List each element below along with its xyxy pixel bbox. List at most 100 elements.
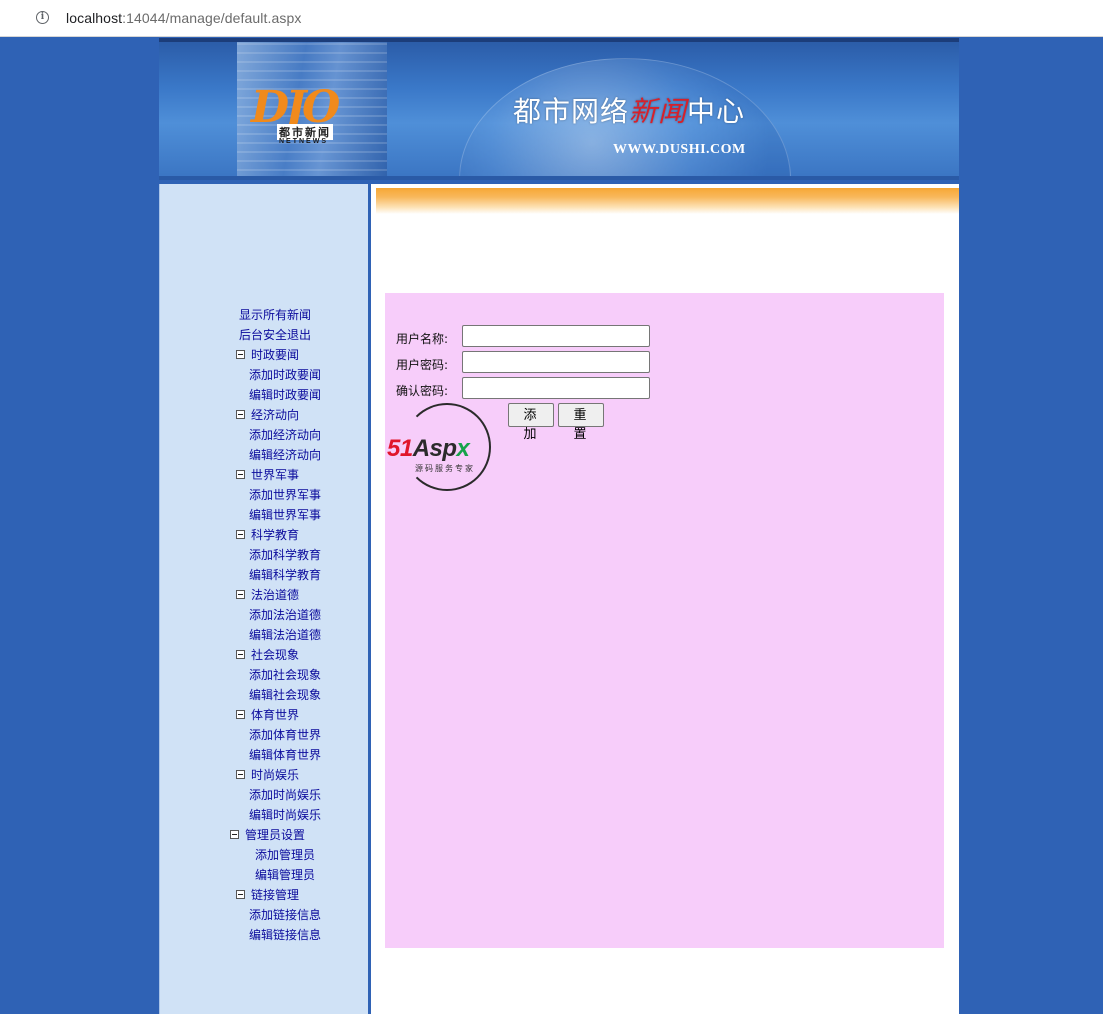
collapse-icon[interactable] (236, 710, 245, 719)
menu-link[interactable]: 添加世界军事 (249, 488, 321, 502)
menu-list: 显示所有新闻 后台安全退出 时政要闻 添加时政要闻 编辑时政要闻 经济动向 添加… (160, 305, 370, 945)
menu-subitem: 添加社会现象 (160, 665, 370, 685)
site-url: WWW.DUSHI.COM (613, 142, 746, 157)
menu-item-show-all: 显示所有新闻 (160, 305, 370, 325)
group-label[interactable]: 科学教育 (251, 528, 299, 542)
watermark-text: 51Aspx (387, 435, 470, 463)
browser-address-bar: i localhost:14044/manage/default.aspx (0, 0, 1103, 37)
menu-link[interactable]: 添加科学教育 (249, 548, 321, 562)
group-label[interactable]: 时政要闻 (251, 348, 299, 362)
edit-admin-link[interactable]: 编辑管理员 (255, 868, 315, 882)
password-label: 用户密码: (396, 358, 449, 372)
menu-link[interactable]: 编辑法治道德 (249, 628, 321, 642)
page-container: DJO 都市新闻 NETNEWS 都市网络新闻中心 WWW.DUSHI.COM … (159, 38, 959, 1014)
header-banner: DJO 都市新闻 NETNEWS 都市网络新闻中心 WWW.DUSHI.COM (159, 38, 959, 180)
menu-subitem: 编辑管理员 (160, 865, 370, 885)
menu-link[interactable]: 添加时尚娱乐 (249, 788, 321, 802)
menu-subitem: 添加体育世界 (160, 725, 370, 745)
menu-group[interactable]: 法治道德 (160, 585, 370, 605)
site-logo: DJO 都市新闻 NETNEWS (251, 84, 361, 148)
menu-group[interactable]: 时政要闻 (160, 345, 370, 365)
site-title: 都市网络新闻中心 (513, 90, 745, 130)
add-admin-link[interactable]: 添加管理员 (255, 848, 315, 862)
add-admin-panel: 用户名称: 用户密码: 确认密码: 添 加 重 置 51Aspx 源码服务专家 (385, 293, 944, 948)
menu-subitem: 添加时政要闻 (160, 365, 370, 385)
site-title-pre: 都市网络 (513, 95, 630, 128)
group-label[interactable]: 经济动向 (251, 408, 299, 422)
info-icon[interactable]: i (36, 11, 49, 24)
reset-button[interactable]: 重 置 (558, 403, 604, 442)
group-label[interactable]: 世界军事 (251, 468, 299, 482)
menu-subitem: 添加链接信息 (160, 905, 370, 925)
group-label[interactable]: 链接管理 (251, 888, 299, 902)
menu-link[interactable]: 添加体育世界 (249, 728, 321, 742)
menu-subitem: 编辑法治道德 (160, 625, 370, 645)
menu-link[interactable]: 添加时政要闻 (249, 368, 321, 382)
menu-subitem: 编辑经济动向 (160, 445, 370, 465)
menu-subitem: 编辑链接信息 (160, 925, 370, 945)
menu-subitem: 编辑时尚娱乐 (160, 805, 370, 825)
edit-link-info-link[interactable]: 编辑链接信息 (249, 928, 321, 942)
watermark-text-green: x (456, 435, 470, 462)
username-input[interactable] (462, 325, 650, 347)
url-text[interactable]: localhost:14044/manage/default.aspx (66, 10, 301, 26)
add-link-info-link[interactable]: 添加链接信息 (249, 908, 321, 922)
collapse-icon[interactable] (236, 770, 245, 779)
menu-link[interactable]: 编辑体育世界 (249, 748, 321, 762)
collapse-icon[interactable] (236, 590, 245, 599)
menu-link[interactable]: 编辑时政要闻 (249, 388, 321, 402)
menu-subitem: 编辑世界军事 (160, 505, 370, 525)
watermark-slogan: 源码服务专家 (415, 464, 475, 473)
group-label[interactable]: 社会现象 (251, 648, 299, 662)
group-label[interactable]: 法治道德 (251, 588, 299, 602)
group-label[interactable]: 管理员设置 (245, 828, 305, 842)
menu-link[interactable]: 编辑世界军事 (249, 508, 321, 522)
username-label: 用户名称: (396, 332, 449, 346)
url-path: :14044/manage/default.aspx (122, 10, 302, 26)
menu-group-links[interactable]: 链接管理 (160, 885, 370, 905)
left-menu: 显示所有新闻 后台安全退出 时政要闻 添加时政要闻 编辑时政要闻 经济动向 添加… (159, 184, 371, 1014)
menu-group[interactable]: 社会现象 (160, 645, 370, 665)
menu-subitem: 添加法治道德 (160, 605, 370, 625)
collapse-icon[interactable] (236, 350, 245, 359)
collapse-icon[interactable] (230, 830, 239, 839)
menu-link[interactable]: 添加经济动向 (249, 428, 321, 442)
menu-group[interactable]: 时尚娱乐 (160, 765, 370, 785)
collapse-icon[interactable] (236, 470, 245, 479)
menu-link[interactable]: 编辑经济动向 (249, 448, 321, 462)
menu-subitem: 编辑时政要闻 (160, 385, 370, 405)
group-label[interactable]: 体育世界 (251, 708, 299, 722)
menu-group[interactable]: 世界军事 (160, 465, 370, 485)
menu-group[interactable]: 体育世界 (160, 705, 370, 725)
collapse-icon[interactable] (236, 650, 245, 659)
group-label[interactable]: 时尚娱乐 (251, 768, 299, 782)
show-all-news-link[interactable]: 显示所有新闻 (239, 308, 311, 322)
content-header-bar (376, 188, 959, 214)
menu-link[interactable]: 添加法治道德 (249, 608, 321, 622)
menu-subitem: 添加科学教育 (160, 545, 370, 565)
menu-subitem: 添加管理员 (160, 845, 370, 865)
main-content: 用户名称: 用户密码: 确认密码: 添 加 重 置 51Aspx 源码服务专家 (371, 184, 959, 1014)
collapse-icon[interactable] (236, 890, 245, 899)
menu-link[interactable]: 添加社会现象 (249, 668, 321, 682)
confirm-password-input[interactable] (462, 377, 650, 399)
menu-subitem: 添加世界军事 (160, 485, 370, 505)
confirm-password-label: 确认密码: (396, 384, 449, 398)
password-input[interactable] (462, 351, 650, 373)
menu-link[interactable]: 编辑时尚娱乐 (249, 808, 321, 822)
menu-subitem: 添加时尚娱乐 (160, 785, 370, 805)
add-button[interactable]: 添 加 (508, 403, 554, 442)
menu-subitem: 编辑社会现象 (160, 685, 370, 705)
collapse-icon[interactable] (236, 410, 245, 419)
menu-link[interactable]: 编辑科学教育 (249, 568, 321, 582)
menu-item-logout: 后台安全退出 (160, 325, 370, 345)
menu-subitem: 编辑科学教育 (160, 565, 370, 585)
menu-group[interactable]: 经济动向 (160, 405, 370, 425)
logout-link[interactable]: 后台安全退出 (239, 328, 311, 342)
collapse-icon[interactable] (236, 530, 245, 539)
menu-group[interactable]: 科学教育 (160, 525, 370, 545)
site-title-red: 新闻 (629, 95, 688, 128)
watermark-text-red: 51 (387, 435, 413, 462)
menu-group-admin[interactable]: 管理员设置 (160, 825, 370, 845)
menu-link[interactable]: 编辑社会现象 (249, 688, 321, 702)
